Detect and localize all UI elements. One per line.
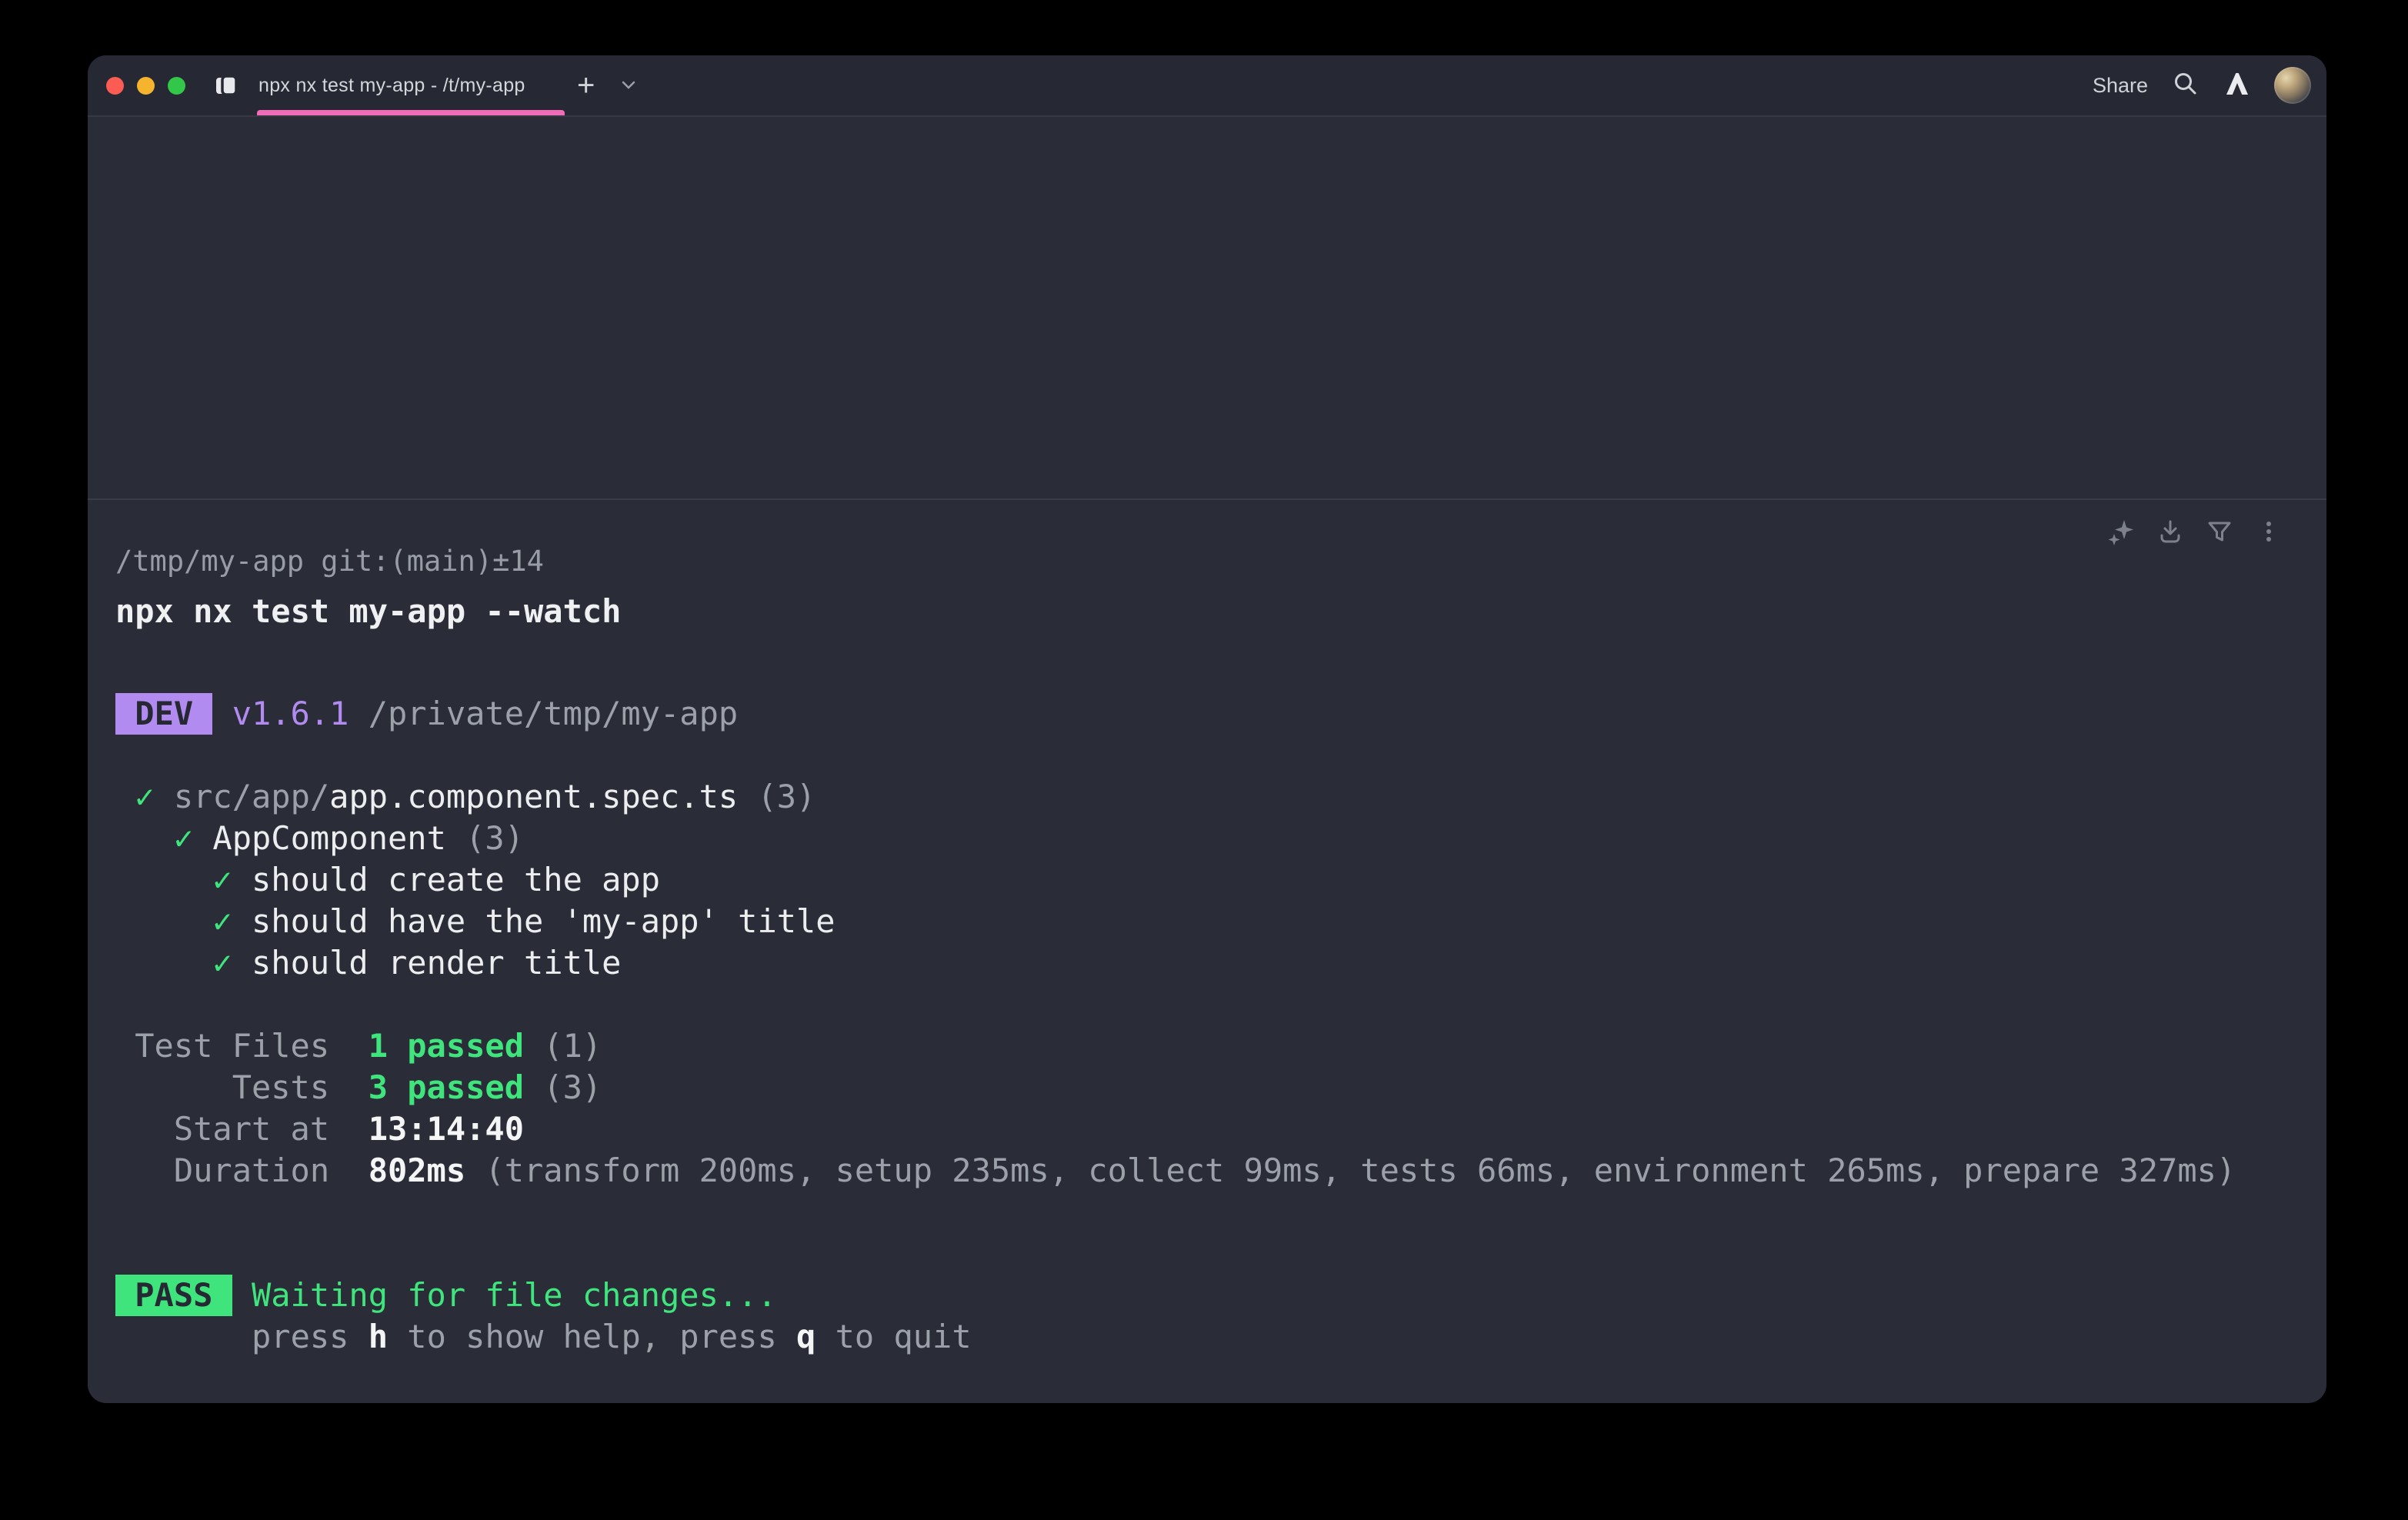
summary-label: Start at: [115, 1108, 329, 1150]
watch-status-row: PASS Waiting for file changes...: [115, 1275, 2311, 1316]
zoom-window-button[interactable]: [168, 77, 185, 95]
summary-value: 3 passed: [369, 1068, 524, 1106]
check-icon: ✓: [174, 819, 193, 857]
new-tab-button[interactable]: +: [577, 55, 595, 115]
help-text: to show help, press: [388, 1318, 796, 1355]
summary-duration-row: Duration 802ms (transform 200ms, setup 23…: [115, 1150, 2311, 1192]
vitest-version: v1.6.1: [232, 695, 349, 732]
check-icon: ✓: [135, 778, 154, 815]
command-text[interactable]: npx nx test my-app --watch: [115, 591, 621, 632]
test-suite-count: (3): [446, 819, 524, 857]
ai-sparkles-icon[interactable]: [2106, 517, 2136, 546]
watch-help-row: press h to show help, press q to quit: [115, 1316, 2311, 1358]
test-suite-name: AppComponent: [212, 819, 445, 857]
blank-line: [115, 1233, 2311, 1275]
test-suite-row: ✓ AppComponent (3): [115, 818, 2311, 859]
titlebar-right-controls: Share: [2093, 55, 2311, 115]
test-case-row: ✓ should render title: [115, 942, 2311, 984]
test-case-name: should have the 'my-app' title: [252, 902, 835, 940]
help-text: press: [252, 1318, 369, 1355]
help-key-h: h: [369, 1318, 388, 1355]
test-file-dir: src/app/: [174, 778, 329, 815]
test-case-row: ✓ should have the 'my-app' title: [115, 901, 2311, 942]
pages-icon: [211, 70, 242, 101]
summary-start-row: Start at 13:14:40: [115, 1108, 2311, 1150]
summary-value: 13:14:40: [369, 1110, 524, 1148]
summary-test-files-row: Test Files 1 passed (1): [115, 1025, 2311, 1067]
command-output: DEV v1.6.1/private/tmp/my-app ✓ src/app/ap…: [115, 693, 2311, 1358]
summary-tests-row: Tests 3 passed (3): [115, 1067, 2311, 1108]
titlebar: npx nx test my-app - /t/my-app + Share: [88, 55, 2326, 117]
minimize-window-button[interactable]: [137, 77, 155, 95]
active-tab-indicator: [257, 110, 565, 115]
close-window-button[interactable]: [106, 77, 124, 95]
block-menu-kebab-icon[interactable]: [2254, 517, 2283, 546]
search-icon[interactable]: [2171, 69, 2200, 102]
check-icon: ✓: [212, 902, 232, 940]
summary-value: 802ms: [369, 1152, 465, 1189]
summary-label: Test Files: [115, 1025, 329, 1067]
dev-badge: DEV: [115, 693, 212, 735]
test-file-name: app.component.spec.ts: [329, 778, 738, 815]
test-file-row: ✓ src/app/app.component.spec.ts (3): [115, 776, 2311, 818]
check-icon: ✓: [212, 861, 232, 898]
summary-value: 1 passed: [369, 1027, 524, 1065]
project-path: /private/tmp/my-app: [369, 695, 738, 732]
tab-list-chevron-down-icon[interactable]: [620, 55, 637, 115]
filter-output-icon[interactable]: [2205, 517, 2234, 546]
vitest-dev-line: DEV v1.6.1/private/tmp/my-app: [115, 693, 2311, 735]
terminal-tab[interactable]: npx nx test my-app - /t/my-app: [211, 55, 525, 115]
test-case-name: should create the app: [252, 861, 660, 898]
block-toolbar: [2106, 517, 2283, 546]
blank-line: [115, 984, 2311, 1025]
warp-logo-icon: [2223, 70, 2251, 102]
summary-label: Tests: [115, 1067, 329, 1108]
pass-badge: PASS: [115, 1275, 232, 1316]
summary-count: (3): [524, 1068, 602, 1106]
test-file-count: (3): [738, 778, 815, 815]
pane-divider: [88, 498, 2326, 500]
watch-status-message: Waiting for file changes...: [252, 1276, 777, 1314]
test-case-name: should render title: [252, 944, 621, 982]
test-case-row: ✓ should create the app: [115, 859, 2311, 901]
traffic-lights: [106, 55, 185, 115]
blank-line: [115, 1192, 2311, 1233]
download-output-icon[interactable]: [2156, 517, 2185, 546]
user-avatar[interactable]: [2274, 67, 2311, 104]
tab-title: npx nx test my-app - /t/my-app: [258, 75, 525, 97]
help-key-q: q: [796, 1318, 815, 1355]
summary-label: Duration: [115, 1150, 329, 1192]
terminal-window: npx nx test my-app - /t/my-app + Share: [88, 55, 2326, 1403]
summary-count: (1): [524, 1027, 602, 1065]
shell-prompt: /tmp/my-app git:(main)±14: [115, 541, 544, 582]
share-button[interactable]: Share: [2093, 74, 2148, 98]
help-text: to quit: [815, 1318, 971, 1355]
summary-duration-detail: (transform 200ms, setup 235ms, collect 9…: [465, 1152, 2236, 1189]
blank-line: [115, 735, 2311, 776]
check-icon: ✓: [212, 944, 232, 982]
